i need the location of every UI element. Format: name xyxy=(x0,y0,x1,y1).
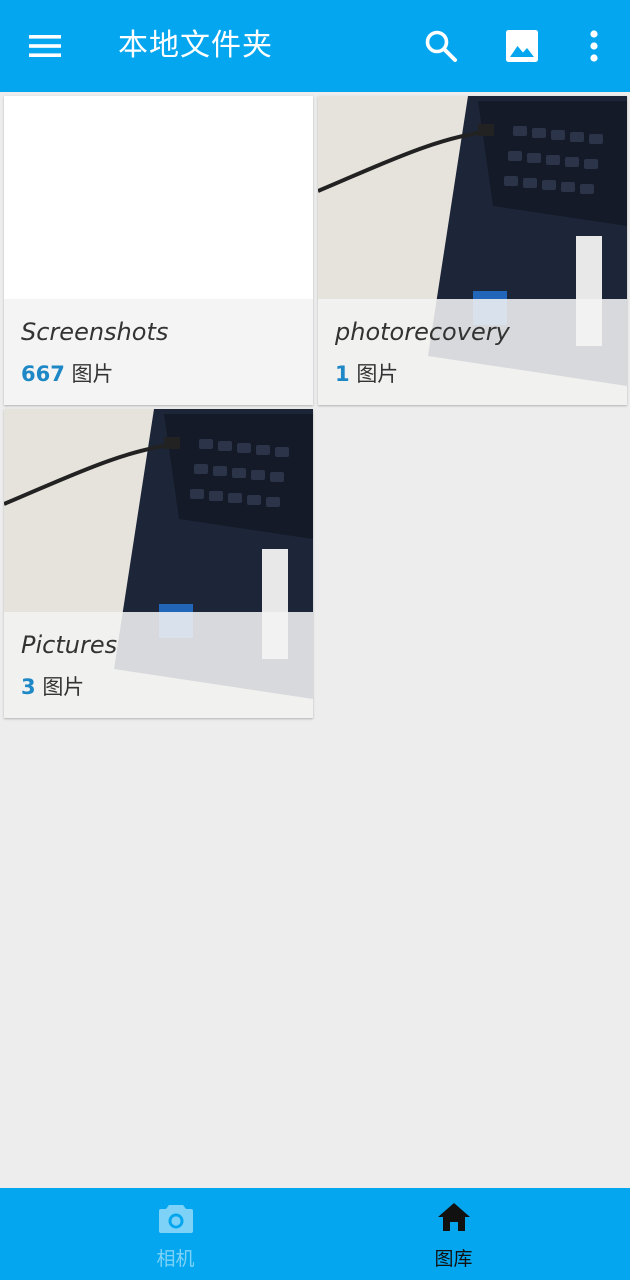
more-options-button[interactable] xyxy=(572,24,616,68)
folder-count-line: 667 图片 xyxy=(21,358,114,388)
folder-info-overlay xyxy=(318,299,627,405)
nav-camera-icon-wrap xyxy=(18,1202,333,1236)
folder-name: Pictures xyxy=(21,631,118,659)
menu-button[interactable] xyxy=(22,24,68,68)
image-icon xyxy=(506,30,538,62)
folder-card-photorecovery[interactable]: photorecovery 1 图片 xyxy=(318,96,627,405)
folder-count: 1 xyxy=(335,362,350,386)
nav-gallery-label: 图库 xyxy=(434,1248,473,1270)
folder-count-line: 1 图片 xyxy=(335,358,398,388)
folder-count-line: 3 图片 xyxy=(21,671,84,701)
folder-name: photorecovery xyxy=(335,318,510,346)
menu-icon xyxy=(29,35,61,57)
folder-info-overlay xyxy=(4,612,313,718)
home-icon xyxy=(437,1203,470,1231)
folder-count: 3 xyxy=(21,675,36,699)
nav-gallery[interactable]: 图库 xyxy=(296,1188,611,1280)
folder-count-unit: 图片 xyxy=(356,362,399,386)
folder-name: Screenshots xyxy=(21,318,169,346)
folder-count: 667 xyxy=(21,362,65,386)
bottom-navigation: 相机 图库 xyxy=(0,1188,630,1280)
search-icon xyxy=(425,30,457,62)
nav-camera[interactable]: 相机 xyxy=(18,1188,333,1280)
more-vert-icon xyxy=(590,30,598,62)
image-view-button[interactable] xyxy=(500,24,544,68)
app-bar: 本地文件夹 xyxy=(0,0,630,92)
nav-gallery-icon-wrap xyxy=(296,1202,611,1236)
page-title: 本地文件夹 xyxy=(118,28,273,63)
folder-info-overlay xyxy=(4,299,313,405)
folder-card-pictures[interactable]: Pictures 3 图片 xyxy=(4,409,313,718)
folder-card-screenshots[interactable]: Screenshots 667 图片 xyxy=(4,96,313,405)
folder-count-unit: 图片 xyxy=(42,675,85,699)
camera-icon xyxy=(158,1205,193,1233)
search-button[interactable] xyxy=(419,24,463,68)
folder-count-unit: 图片 xyxy=(71,362,114,386)
nav-camera-label: 相机 xyxy=(156,1248,195,1270)
